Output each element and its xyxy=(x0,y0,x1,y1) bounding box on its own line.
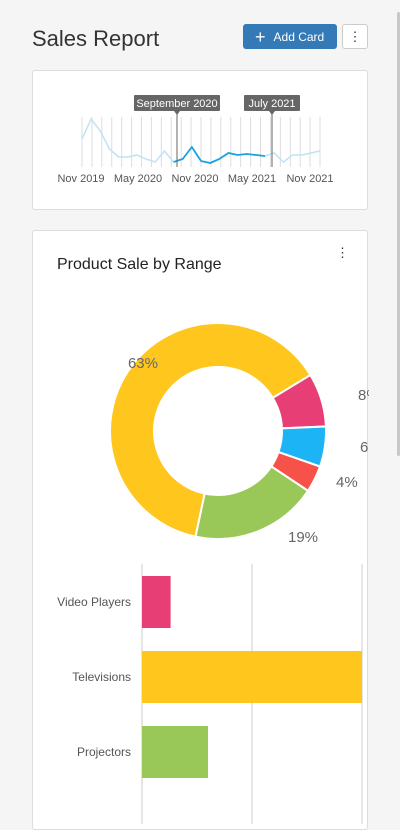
donut-chart: 63% 8% 6% 4% 19% xyxy=(109,322,369,546)
page-header: Sales Report + Add Card ⋮ xyxy=(32,24,368,54)
page-menu-button[interactable]: ⋮ xyxy=(342,24,368,49)
timeline-chart[interactable]: September 2020 July 2021 Nov 2019 May 2020 N… xyxy=(33,71,369,211)
donut-slice-label: 8% xyxy=(358,387,369,404)
product-sale-card: Product Sale by Range ⋮ 63%8%6%4%19% Vid… xyxy=(32,230,369,830)
timeline-card: September 2020 July 2021 Nov 2019 May 2020 N… xyxy=(32,70,368,210)
timeline-axis-label: Nov 2021 xyxy=(286,173,333,185)
timeline-axis-label: Nov 2019 xyxy=(57,173,104,185)
timeline-series-unselected xyxy=(264,150,321,163)
timeline-axis-label: May 2020 xyxy=(114,173,162,185)
page-title: Sales Report xyxy=(32,26,160,51)
plus-icon: + xyxy=(255,26,266,47)
bar-category-label: Televisions xyxy=(72,670,131,684)
timeline-series-selected xyxy=(173,145,266,164)
add-card-label: Add Card xyxy=(273,29,325,44)
timeline-axis-label: May 2021 xyxy=(228,173,276,185)
timeline-axis-label: Nov 2020 xyxy=(171,173,218,185)
donut-slice-label: 6% xyxy=(360,439,369,456)
bar[interactable] xyxy=(142,576,171,628)
donut-slice-label: 19% xyxy=(288,529,318,546)
bar-category-label: Projectors xyxy=(77,745,131,759)
bar-category-label: Video Players xyxy=(57,595,131,609)
bar[interactable] xyxy=(142,726,208,778)
timeline-marker[interactable]: September 2020 xyxy=(134,95,220,167)
timeline-marker-label: July 2021 xyxy=(248,98,295,110)
kebab-icon: ⋮ xyxy=(348,28,362,44)
timeline-series-unselected xyxy=(81,117,175,163)
donut-slice-label: 63% xyxy=(128,355,158,372)
card-menu-icon[interactable]: ⋮ xyxy=(336,245,349,261)
donut-slice-label: 4% xyxy=(336,474,358,491)
timeline-marker-label: September 2020 xyxy=(136,98,217,110)
bar[interactable] xyxy=(142,651,362,703)
bar-chart: Video Players Televisions Projectors xyxy=(57,564,363,824)
add-card-button[interactable]: + Add Card xyxy=(243,24,337,49)
